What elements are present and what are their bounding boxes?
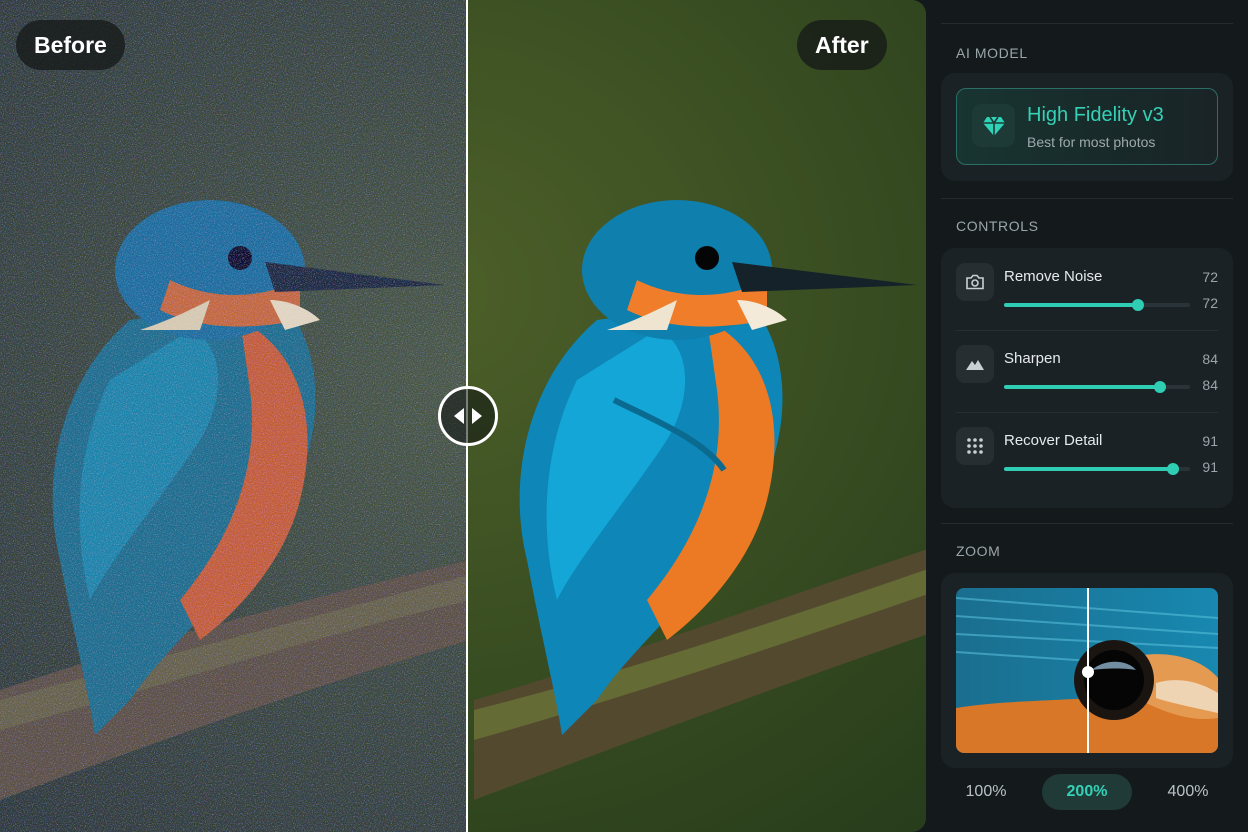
divider	[941, 198, 1233, 199]
control-remove-noise: Remove Noise 72 72	[941, 248, 1233, 330]
model-description: Best for most photos	[1027, 134, 1156, 150]
arrow-right-icon	[472, 408, 482, 424]
arrow-left-icon	[454, 408, 464, 424]
before-image	[0, 0, 467, 832]
zoom-200-button[interactable]: 200%	[1042, 774, 1132, 810]
divider-handle[interactable]	[438, 386, 498, 446]
mountain-icon	[956, 345, 994, 383]
slider-fill	[1004, 303, 1138, 307]
slider-value: 84	[1202, 377, 1218, 393]
control-value: 91	[1202, 433, 1218, 449]
divider	[941, 523, 1233, 524]
sharpen-slider[interactable]	[1004, 381, 1190, 393]
zoom-divider-handle[interactable]	[1082, 666, 1094, 678]
ai-model-card: High Fidelity v3 Best for most photos	[941, 73, 1233, 181]
divider	[941, 23, 1233, 24]
after-image	[467, 0, 926, 832]
zoom-title: ZOOM	[956, 543, 1001, 559]
settings-panel: AI MODEL High Fidelity v3 Best for most …	[926, 0, 1248, 832]
control-label: Recover Detail	[1004, 432, 1103, 449]
control-value: 84	[1202, 351, 1218, 367]
control-recover-detail: Recover Detail 91 91	[941, 412, 1233, 494]
control-value: 72	[1202, 269, 1218, 285]
control-label: Remove Noise	[1004, 268, 1103, 285]
slider-value: 72	[1202, 295, 1218, 311]
zoom-100-button[interactable]: 100%	[941, 774, 1031, 810]
model-selector[interactable]: High Fidelity v3 Best for most photos	[956, 88, 1218, 165]
control-sharpen: Sharpen 84 84	[941, 330, 1233, 412]
zoom-options: 100% 200% 400%	[941, 774, 1233, 810]
controls-card: Remove Noise 72 72 Sharpen 84 84 Recover…	[941, 248, 1233, 508]
slider-fill	[1004, 385, 1161, 389]
zoom-preview[interactable]	[956, 588, 1218, 753]
slider-fill	[1004, 467, 1174, 471]
camera-icon	[956, 263, 994, 301]
ai-model-title: AI MODEL	[956, 45, 1028, 61]
control-label: Sharpen	[1004, 350, 1061, 367]
diamond-icon	[972, 104, 1015, 147]
slider-knob[interactable]	[1131, 299, 1144, 311]
slider-knob[interactable]	[1167, 463, 1180, 475]
slider-value: 91	[1202, 459, 1218, 475]
slider-knob[interactable]	[1154, 381, 1167, 393]
grid-dots-icon	[956, 427, 994, 465]
controls-title: CONTROLS	[956, 218, 1039, 234]
comparison-canvas[interactable]: Before After	[0, 0, 926, 832]
recover-detail-slider[interactable]	[1004, 463, 1190, 475]
remove-noise-slider[interactable]	[1004, 299, 1190, 311]
zoom-400-button[interactable]: 400%	[1143, 774, 1233, 810]
zoom-card	[941, 573, 1233, 768]
model-name: High Fidelity v3	[1027, 104, 1164, 126]
before-label: Before	[16, 20, 125, 70]
after-label: After	[797, 20, 887, 70]
